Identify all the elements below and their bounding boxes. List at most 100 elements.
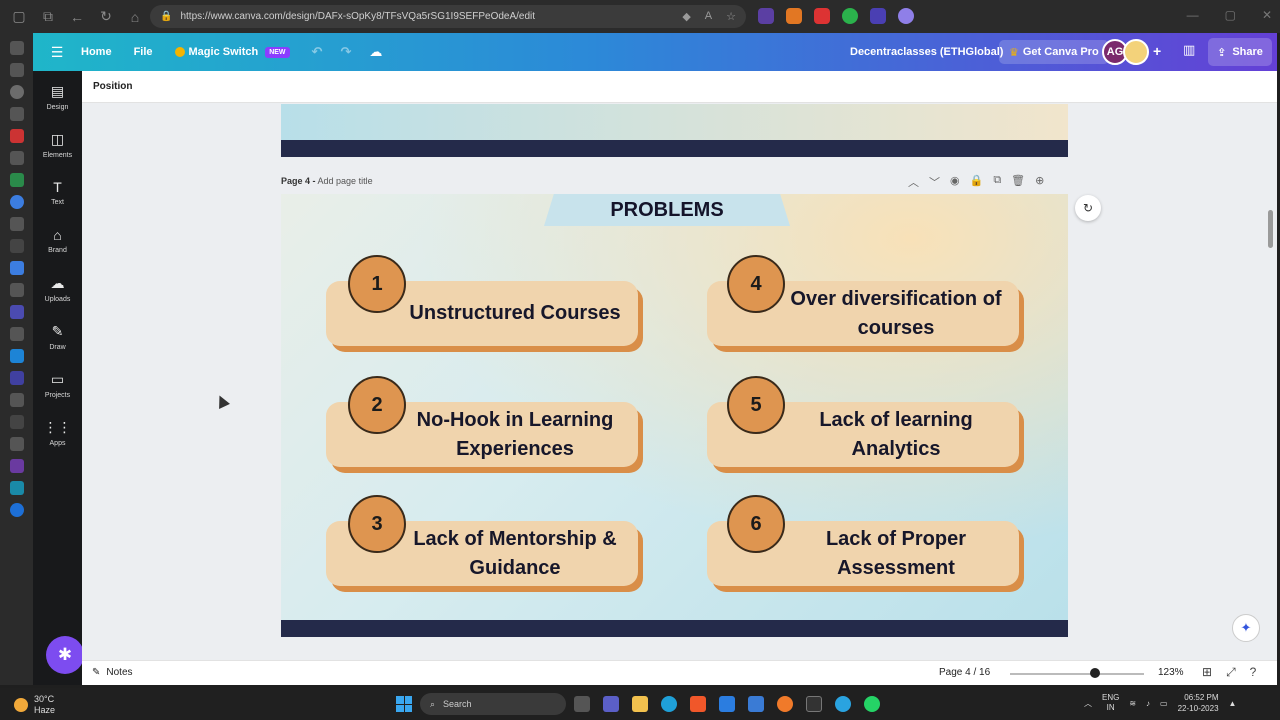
duplicate-page-icon[interactable]: ⧉	[993, 174, 1001, 190]
rail-draw[interactable]: ✎ Draw	[33, 323, 82, 351]
telegram-icon[interactable]	[835, 696, 851, 712]
home-link[interactable]: Home	[81, 46, 112, 58]
github-icon[interactable]	[9, 239, 24, 253]
previous-page-preview[interactable]	[281, 104, 1068, 157]
refresh-icon[interactable]: ↻	[96, 7, 116, 27]
tray-chevron-icon[interactable]: ︿	[1084, 698, 1092, 709]
rail-apps[interactable]: ⋮⋮ Apps	[33, 419, 82, 447]
position-button[interactable]: Position	[93, 81, 132, 92]
tab-actions-icon[interactable]: ▢	[9, 7, 29, 27]
tab-icon[interactable]	[9, 41, 24, 55]
problem-card[interactable]: Lack of Mentorship & Guidance 3	[326, 495, 643, 592]
extension-icon[interactable]	[898, 8, 914, 24]
menu-icon[interactable]: ☰	[33, 44, 81, 61]
home-icon[interactable]: ⌂	[125, 7, 145, 27]
avatar[interactable]	[1123, 39, 1149, 65]
lock-page-icon[interactable]: 🔒	[970, 174, 984, 190]
tab-icon[interactable]	[9, 393, 24, 407]
tab-icon[interactable]	[9, 349, 24, 363]
whatsapp-icon[interactable]	[864, 696, 880, 712]
help-icon[interactable]: ?	[1250, 665, 1257, 680]
tab-icon[interactable]	[9, 437, 24, 451]
cloud-save-icon[interactable]: ☁	[369, 44, 382, 60]
problem-card[interactable]: Unstructured Courses 1	[326, 255, 643, 352]
tab-icon[interactable]	[9, 85, 24, 99]
magic-assistant-icon[interactable]: ✦	[1232, 614, 1260, 642]
terminal-icon[interactable]	[806, 696, 822, 712]
problem-card[interactable]: No-Hook in Learning Experiences 2	[326, 376, 643, 473]
share-button[interactable]: ⇪ Share	[1208, 38, 1272, 66]
weather-widget[interactable]: 30°C Haze	[14, 694, 55, 716]
tab-icon[interactable]	[9, 283, 24, 297]
back-icon[interactable]: ←	[67, 7, 87, 27]
extension-icon[interactable]	[870, 8, 886, 24]
tab-icon[interactable]	[9, 195, 24, 209]
add-collaborator-icon[interactable]: +	[1153, 43, 1161, 59]
slide-page-4[interactable]: PROBLEMS Unstructured Courses 1 No-Hook …	[281, 194, 1068, 637]
notification-icon[interactable]: ▲	[1229, 699, 1237, 708]
refresh-comment-icon[interactable]: ↻	[1075, 195, 1101, 221]
tab-icon[interactable]	[9, 371, 24, 385]
extension-icon[interactable]	[842, 8, 858, 24]
close-icon[interactable]: ✕	[1262, 8, 1272, 22]
magic-apps-button[interactable]: ✱	[46, 636, 84, 674]
move-down-icon[interactable]: ﹀	[929, 174, 940, 190]
zoom-slider[interactable]	[1010, 673, 1144, 675]
file-explorer-icon[interactable]	[632, 696, 648, 712]
minimize-icon[interactable]: —	[1187, 8, 1199, 22]
address-bar[interactable]: 🔒 https://www.canva.com/design/DAFx-sOpK…	[150, 5, 746, 28]
tag-icon[interactable]: ◆	[682, 10, 690, 23]
rail-text[interactable]: T Text	[33, 179, 82, 206]
tab-icon[interactable]	[9, 151, 24, 165]
delete-page-icon[interactable]: 🗑	[1011, 174, 1025, 190]
language-indicator[interactable]: ENG IN	[1102, 693, 1119, 713]
battery-icon[interactable]: ▭	[1160, 699, 1168, 708]
read-aloud-icon[interactable]: A	[705, 10, 712, 23]
rail-elements[interactable]: ◫ Elements	[33, 131, 82, 159]
zoom-level[interactable]: 123%	[1158, 667, 1184, 678]
undo-icon[interactable]: ↶	[312, 44, 323, 60]
youtube-icon[interactable]	[9, 129, 24, 143]
problem-card[interactable]: Over diversification of courses 4	[707, 255, 1024, 352]
tab-icon[interactable]	[9, 107, 24, 121]
rail-projects[interactable]: ▭ Projects	[33, 371, 82, 399]
get-pro-button[interactable]: ♛ Get Canva Pro	[999, 40, 1109, 64]
hide-page-icon[interactable]: ◉	[950, 174, 960, 190]
rail-design[interactable]: ▤ Design	[33, 83, 82, 111]
tab-icon[interactable]	[9, 305, 24, 319]
notes-button[interactable]: ✎ Notes	[92, 667, 133, 678]
tab-icon[interactable]	[9, 173, 24, 187]
metamask-icon[interactable]	[786, 8, 802, 24]
github-icon[interactable]	[9, 415, 24, 429]
add-page-icon[interactable]: ⊕	[1035, 174, 1044, 190]
store-icon[interactable]	[748, 696, 764, 712]
app-icon[interactable]	[777, 696, 793, 712]
insights-icon[interactable]: ▥	[1183, 42, 1195, 58]
canva-tab-icon[interactable]	[9, 503, 24, 517]
extension-icon[interactable]	[758, 8, 774, 24]
extension-icon[interactable]	[814, 8, 830, 24]
taskbar-search[interactable]: ⌕ Search	[420, 693, 566, 715]
edge-icon[interactable]	[661, 696, 677, 712]
tab-icon[interactable]	[9, 327, 24, 341]
problem-card[interactable]: Lack of Proper Assessment 6	[707, 495, 1024, 592]
fullscreen-icon[interactable]: ⤢	[1226, 665, 1236, 680]
teams-icon[interactable]	[603, 696, 619, 712]
wifi-icon[interactable]: ≋	[1129, 699, 1136, 708]
redo-icon[interactable]: ↷	[340, 44, 351, 60]
rail-brand[interactable]: ⌂ Brand	[33, 227, 82, 254]
vscode-icon[interactable]	[719, 696, 735, 712]
move-up-icon[interactable]: ︿	[908, 174, 919, 190]
brave-icon[interactable]	[690, 696, 706, 712]
grid-view-icon[interactable]: ⊞	[1202, 665, 1212, 680]
tab-icon[interactable]	[9, 481, 24, 495]
volume-icon[interactable]: ♪	[1146, 699, 1150, 708]
tabs-icon[interactable]: ⧉	[38, 7, 58, 27]
tab-icon[interactable]	[9, 63, 24, 77]
zoom-slider-handle[interactable]	[1090, 668, 1100, 678]
file-menu[interactable]: File	[134, 46, 153, 58]
start-icon[interactable]	[396, 696, 412, 712]
vertical-scrollbar[interactable]	[1268, 210, 1273, 248]
task-view-icon[interactable]	[574, 696, 590, 712]
problem-card[interactable]: Lack of learning Analytics 5	[707, 376, 1024, 473]
